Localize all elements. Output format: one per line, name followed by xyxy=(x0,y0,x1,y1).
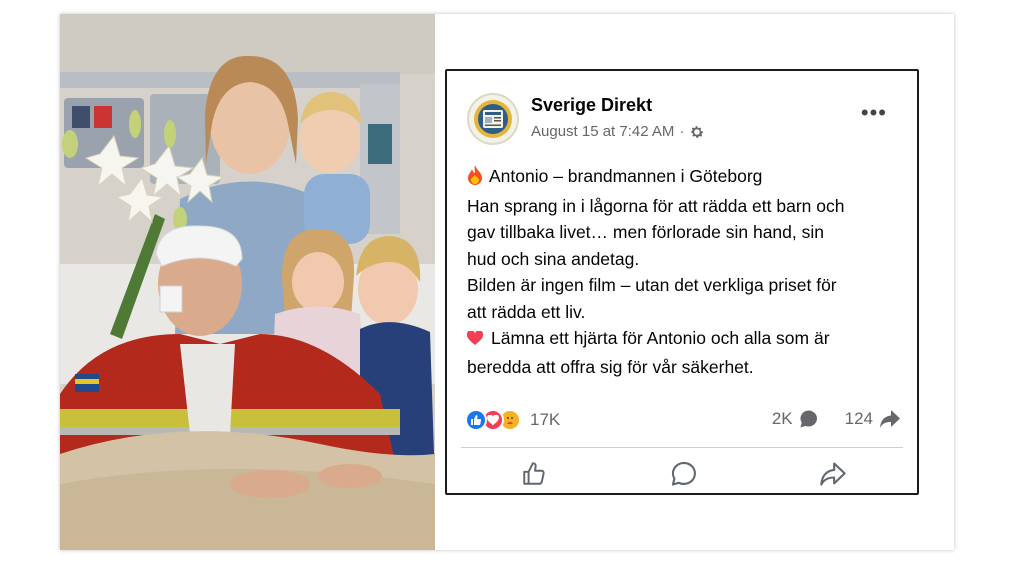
divider xyxy=(461,447,903,448)
comment-bubble-icon xyxy=(800,410,817,428)
post-meta: August 15 at 7:42 AM · xyxy=(531,123,705,140)
comment-icon xyxy=(671,461,696,486)
reaction-count: 17K xyxy=(530,410,561,429)
post-screenshot: Sverige Direkt August 15 at 7:42 AM · ••… xyxy=(60,14,954,550)
post-text-line: Lämna ett hjärta för Antonio och alla so… xyxy=(466,325,907,354)
post-text-line: hud och sina andetag. xyxy=(467,248,640,269)
heart-emoji-icon xyxy=(466,327,484,354)
share-button[interactable] xyxy=(816,457,850,491)
meta-separator: · xyxy=(679,123,685,140)
post-card: Sverige Direkt August 15 at 7:42 AM · ••… xyxy=(445,69,919,495)
like-icon xyxy=(465,409,487,431)
page-name[interactable]: Sverige Direkt xyxy=(531,95,652,116)
post-text-line: Bilden är ingen film – utan det verkliga… xyxy=(467,275,837,295)
shares-count[interactable]: 124 xyxy=(845,409,873,429)
share-arrow-icon xyxy=(880,410,900,428)
post-text-line: beredda att offra sig för vår säkerhet. xyxy=(467,356,754,377)
comments-count[interactable]: 2K xyxy=(772,409,793,429)
like-button[interactable] xyxy=(517,457,551,491)
post-stats: 2K 124 xyxy=(772,409,901,429)
post-actions xyxy=(447,457,917,491)
post-text-line: Han sprang in i lågorna för att rädda et… xyxy=(467,195,845,216)
post-photo[interactable] xyxy=(60,14,435,550)
post-timestamp[interactable]: August 15 at 7:42 AM xyxy=(531,123,674,140)
photo-illustration xyxy=(60,14,435,550)
post-text-line: att rädda ett liv. xyxy=(467,301,586,322)
page-avatar[interactable] xyxy=(467,93,519,145)
gear-icon[interactable] xyxy=(689,124,705,140)
thumbs-up-icon xyxy=(523,462,545,485)
fire-emoji-icon xyxy=(467,165,483,193)
more-options-button[interactable]: ••• xyxy=(861,102,887,124)
share-icon xyxy=(820,462,846,486)
reaction-summary[interactable]: 17K xyxy=(465,409,560,431)
newspaper-icon xyxy=(474,100,512,138)
post-text-line: gav tillbaka livet… men förlorade sin ha… xyxy=(467,222,824,242)
post-text: Antonio – brandmannen i Göteborg Han spr… xyxy=(466,163,907,380)
post-text-line: Antonio – brandmannen i Göteborg xyxy=(467,163,907,193)
comment-button[interactable] xyxy=(667,457,701,491)
